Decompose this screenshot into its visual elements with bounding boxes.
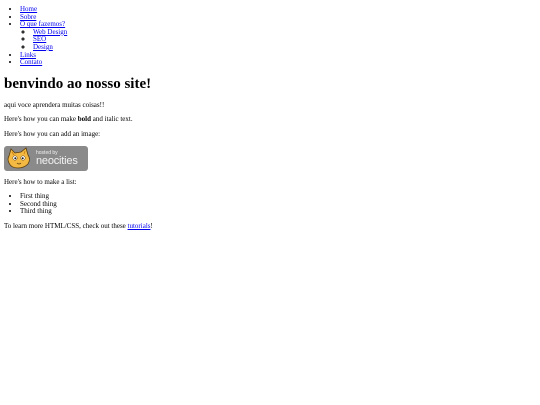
things-list: First thing Second thing Third thing xyxy=(4,193,540,216)
nav-item-links: Links xyxy=(20,51,540,60)
neocities-badge[interactable]: hosted by neocities xyxy=(4,145,88,171)
bold-word: bold xyxy=(77,115,91,124)
list-intro-text: Here's how to make a list: xyxy=(4,177,77,186)
bold-line-after: and italic text. xyxy=(91,115,133,124)
nav-link-contato[interactable]: Contato xyxy=(20,58,42,66)
nav-subitem-seo: SEO xyxy=(33,36,540,44)
page: Home Sobre O que fazemos? Web Design SEO… xyxy=(0,0,540,231)
nav-subitem-web-design: Web Design xyxy=(33,28,540,37)
nav-menu: Home Sobre O que fazemos? Web Design SEO… xyxy=(4,5,540,67)
footer-before: To learn more HTML/CSS, check out these xyxy=(4,222,128,230)
tutorials-link[interactable]: tutorials xyxy=(128,222,151,230)
nav-submenu: Web Design SEO Design xyxy=(20,28,540,52)
bold-text-line: Here's how you can make bold and italic … xyxy=(4,116,540,124)
list-item: Second thing xyxy=(20,200,540,209)
nav-subitem-design: Design xyxy=(33,43,540,52)
neocities-cat-icon xyxy=(7,147,30,169)
page-title: benvindo ao nosso site! xyxy=(4,75,152,92)
nav-item-sobre: Sobre xyxy=(20,13,540,22)
intro-text: aqui voce aprendera muitas coisas!! xyxy=(4,100,105,109)
nav-item-oque: O que fazemos? Web Design SEO Design xyxy=(20,20,540,52)
bold-line-before: Here's how you can make xyxy=(4,115,78,124)
image-intro-text: Here's how you can add an image: xyxy=(4,129,101,138)
footer-text: To learn more HTML/CSS, check out these … xyxy=(4,222,540,231)
nav-link-design[interactable]: Design xyxy=(33,43,53,51)
badge-text: hosted by neocities xyxy=(36,150,78,167)
nav-item-home: Home xyxy=(20,5,540,14)
list-item: Third thing xyxy=(20,208,540,216)
nav-item-contato: Contato xyxy=(20,58,540,67)
list-item: First thing xyxy=(20,193,540,201)
badge-neocities: neocities xyxy=(36,154,78,167)
footer-after: ! xyxy=(150,222,153,230)
